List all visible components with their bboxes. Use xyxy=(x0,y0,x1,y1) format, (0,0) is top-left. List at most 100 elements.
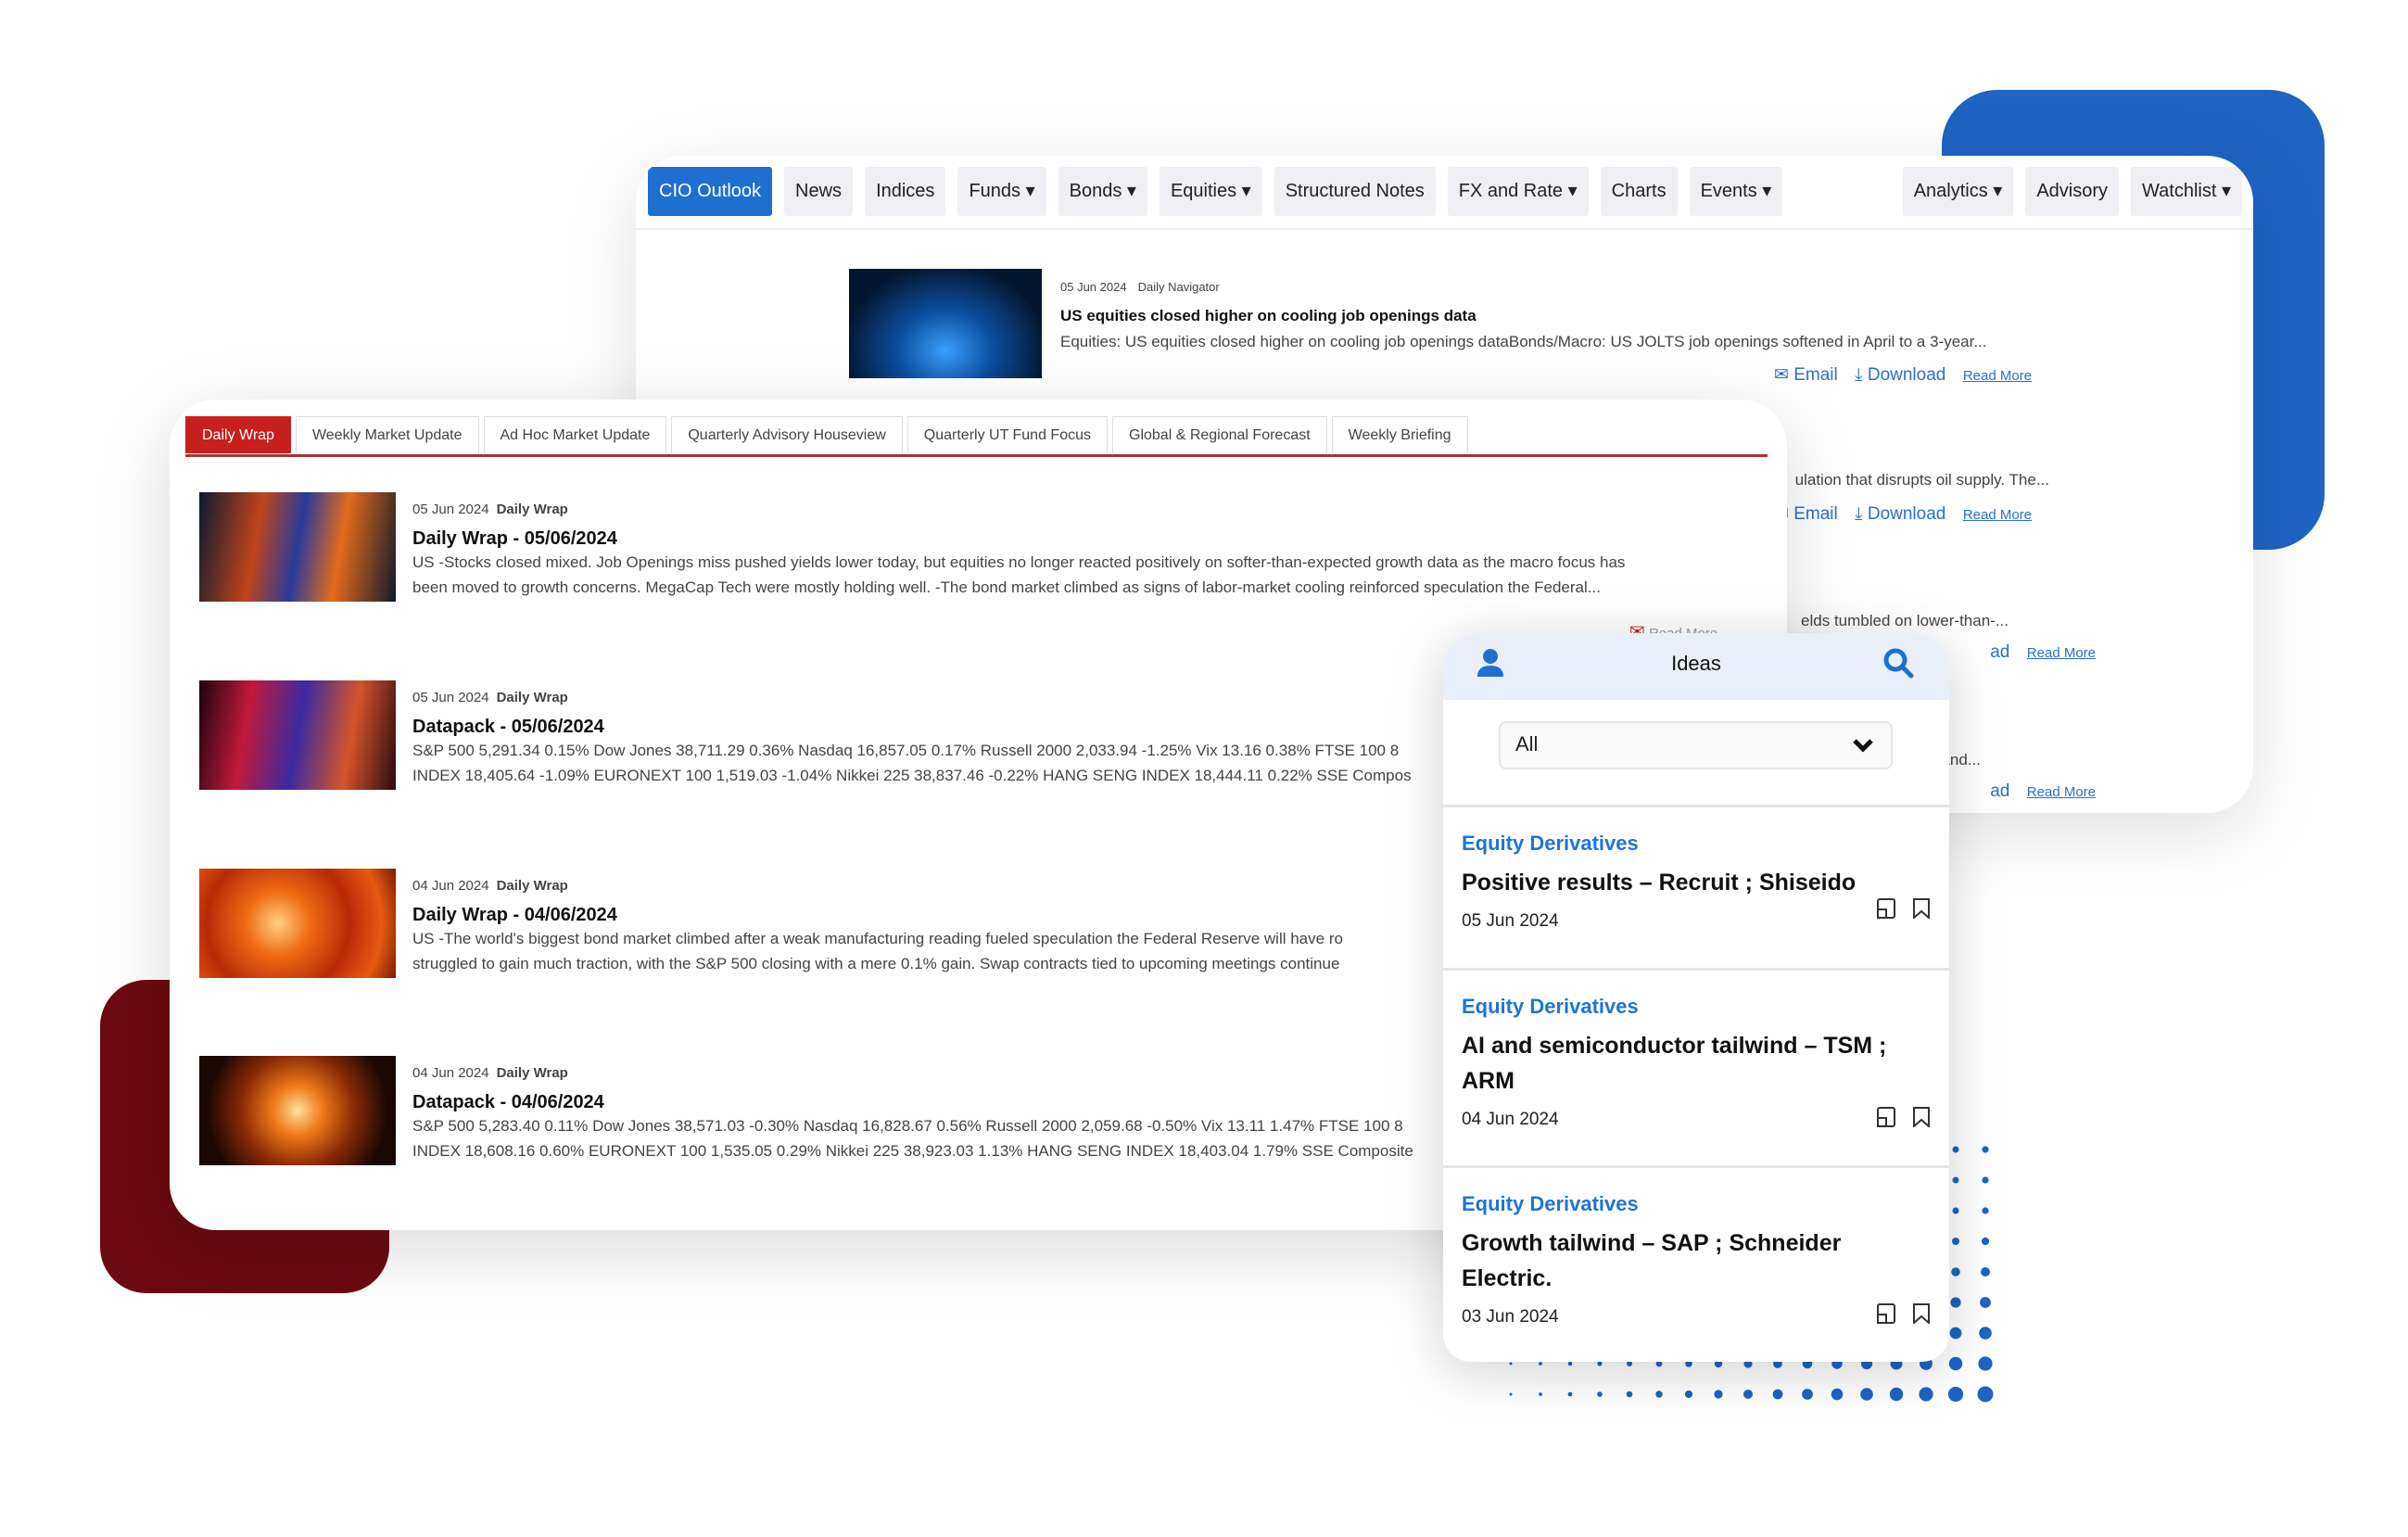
idea-card[interactable]: Equity Derivatives Positive results – Re… xyxy=(1443,805,1949,968)
article-category: Daily Wrap xyxy=(496,502,568,517)
nav-funds[interactable]: Funds ▾ xyxy=(957,167,1046,216)
article-thumbnail[interactable] xyxy=(199,1056,396,1165)
read-more-link[interactable]: Read More xyxy=(2027,784,2096,800)
nav-analytics[interactable]: Analytics ▾ xyxy=(1902,167,2014,216)
filter-value: All xyxy=(1515,732,1539,756)
article-thumbnail[interactable] xyxy=(199,492,396,602)
nav-bonds[interactable]: Bonds ▾ xyxy=(1058,167,1147,216)
decorative-dot xyxy=(1982,1176,1989,1184)
nav-equities[interactable]: Equities ▾ xyxy=(1159,167,1262,216)
tab-quarterly-ut-fund-focus[interactable]: Quarterly UT Fund Focus xyxy=(906,416,1108,453)
article-title[interactable]: US equities closed higher on cooling job… xyxy=(1060,307,2034,325)
nav-cio-outlook[interactable]: CIO Outlook xyxy=(648,167,773,216)
idea-title[interactable]: AI and semiconductor tailwind – TSM ; AR… xyxy=(1462,1028,1897,1099)
article-actions: ✉ Email ⤓ Download Read More xyxy=(1774,364,2032,386)
download-link[interactable]: ⤓ Download xyxy=(1855,504,1945,524)
read-more-link[interactable]: Read More xyxy=(1963,507,2032,523)
ideas-filter-select[interactable]: All xyxy=(1499,721,1893,769)
decorative-dot xyxy=(1952,1238,1959,1245)
share-icon[interactable] xyxy=(1877,1303,1895,1328)
tab-ad-hoc-market-update[interactable]: Ad Hoc Market Update xyxy=(483,416,667,453)
decorative-dot xyxy=(1889,1387,1904,1402)
bookmark-icon[interactable] xyxy=(1912,1303,1931,1328)
article-category: Daily Wrap xyxy=(496,690,568,705)
decorative-dot xyxy=(1978,1356,1993,1371)
article-actions: ad Read More xyxy=(1990,642,2096,663)
decorative-dot xyxy=(1981,1237,1990,1246)
decorative-dot xyxy=(1655,1391,1663,1398)
decorative-dot xyxy=(1802,1389,1813,1400)
article-actions: ad Read More xyxy=(1990,781,2096,802)
idea-category[interactable]: Equity Derivatives xyxy=(1462,832,1931,856)
download-link[interactable]: ad xyxy=(1990,781,2009,801)
search-icon[interactable] xyxy=(1882,647,1914,679)
tab-weekly-market-update[interactable]: Weekly Market Update xyxy=(295,416,479,453)
decorative-dot xyxy=(1539,1362,1542,1366)
download-icon: ⤓ xyxy=(1855,504,1863,524)
share-icon[interactable] xyxy=(1877,1107,1895,1132)
decorative-dot xyxy=(1982,1207,1989,1214)
idea-category[interactable]: Equity Derivatives xyxy=(1462,1192,1931,1216)
idea-title[interactable]: Growth tailwind – SAP ; Schneider Electr… xyxy=(1462,1226,1897,1296)
tab-underline xyxy=(185,454,1768,457)
list-item: 05 Jun 2024 Daily Wrap Daily Wrap - 05/06… xyxy=(199,492,1766,603)
chevron-down-icon xyxy=(1853,739,1873,753)
idea-date: 03 Jun 2024 xyxy=(1462,1307,1559,1327)
article-thumbnail[interactable] xyxy=(199,680,396,790)
nav-structured-notes[interactable]: Structured Notes xyxy=(1274,167,1436,216)
tab-daily-wrap[interactable]: Daily Wrap xyxy=(185,416,291,453)
article-desc-fragment: ulation that disrupts oil supply. The... xyxy=(1794,471,2049,489)
nav-fx-and-rate[interactable]: FX and Rate ▾ xyxy=(1447,167,1589,216)
decorative-dot xyxy=(1626,1391,1633,1398)
email-link[interactable]: ✉ Email xyxy=(1774,365,1838,385)
decorative-dot xyxy=(1919,1387,1933,1402)
nav-news[interactable]: News xyxy=(784,167,854,216)
idea-card[interactable]: Equity Derivatives AI and semiconductor … xyxy=(1443,968,1949,1165)
download-link[interactable]: ad xyxy=(1990,642,2009,662)
bookmark-icon[interactable] xyxy=(1912,898,1931,923)
nav-charts[interactable]: Charts xyxy=(1600,167,1678,216)
nav-advisory[interactable]: Advisory xyxy=(2025,167,2120,216)
idea-date: 04 Jun 2024 xyxy=(1462,1110,1559,1129)
tab-weekly-briefing[interactable]: Weekly Briefing xyxy=(1331,416,1468,453)
tab-global-regional-forecast[interactable]: Global & Regional Forecast xyxy=(1112,416,1327,453)
nav-events[interactable]: Events ▾ xyxy=(1689,167,1783,216)
decorative-dot xyxy=(1952,1176,1959,1184)
idea-category[interactable]: Equity Derivatives xyxy=(1462,995,1931,1019)
decorative-dot xyxy=(1509,1392,1513,1396)
decorative-dot xyxy=(1597,1361,1603,1366)
article-title[interactable]: Daily Wrap - 05/06/2024 xyxy=(412,528,1766,550)
article-thumbnail[interactable] xyxy=(849,269,1042,378)
decorative-dot xyxy=(1539,1392,1542,1396)
bookmark-icon[interactable] xyxy=(1912,1107,1931,1132)
decorative-dot xyxy=(1952,1146,1959,1153)
report-tabs: Daily Wrap Weekly Market Update Ad Hoc M… xyxy=(185,416,1468,453)
decorative-dot xyxy=(1947,1386,1964,1403)
decorative-dot xyxy=(1743,1390,1753,1399)
decorative-dot xyxy=(1597,1391,1603,1397)
decorative-dot xyxy=(1567,1391,1573,1397)
decorative-dot xyxy=(1772,1389,1783,1400)
idea-title[interactable]: Positive results – Recruit ; Shiseido xyxy=(1462,865,1931,900)
article-desc-line: US -Stocks closed mixed. Job Openings mi… xyxy=(412,553,1626,571)
read-more-link[interactable]: Read More xyxy=(2027,645,2096,661)
idea-card[interactable]: Equity Derivatives Growth tailwind – SAP… xyxy=(1443,1165,1949,1362)
download-link[interactable]: ⤓ Download xyxy=(1855,365,1945,385)
nav-watchlist[interactable]: Watchlist ▾ xyxy=(2131,167,2242,216)
article-desc-line: been moved to growth concerns. MegaCap T… xyxy=(412,578,1601,596)
decorative-dot xyxy=(1949,1327,1962,1340)
ideas-header: Ideas xyxy=(1443,633,1949,700)
nav-indices[interactable]: Indices xyxy=(865,167,946,216)
share-icon[interactable] xyxy=(1877,898,1895,923)
download-icon: ⤓ xyxy=(1855,365,1863,385)
decorative-dot xyxy=(1952,1207,1959,1214)
article-category: Daily Wrap xyxy=(496,878,568,894)
article-thumbnail[interactable] xyxy=(199,869,396,978)
article-date: 04 Jun 2024 xyxy=(412,878,489,894)
read-more-link[interactable]: Read More xyxy=(1963,368,2032,384)
idea-date: 05 Jun 2024 xyxy=(1462,911,1559,931)
ideas-title: Ideas xyxy=(1671,652,1721,675)
tab-quarterly-advisory-houseview[interactable]: Quarterly Advisory Houseview xyxy=(671,416,903,453)
decorative-dot xyxy=(1982,1146,1989,1153)
article-date: 05 Jun 2024 xyxy=(1060,280,1127,294)
